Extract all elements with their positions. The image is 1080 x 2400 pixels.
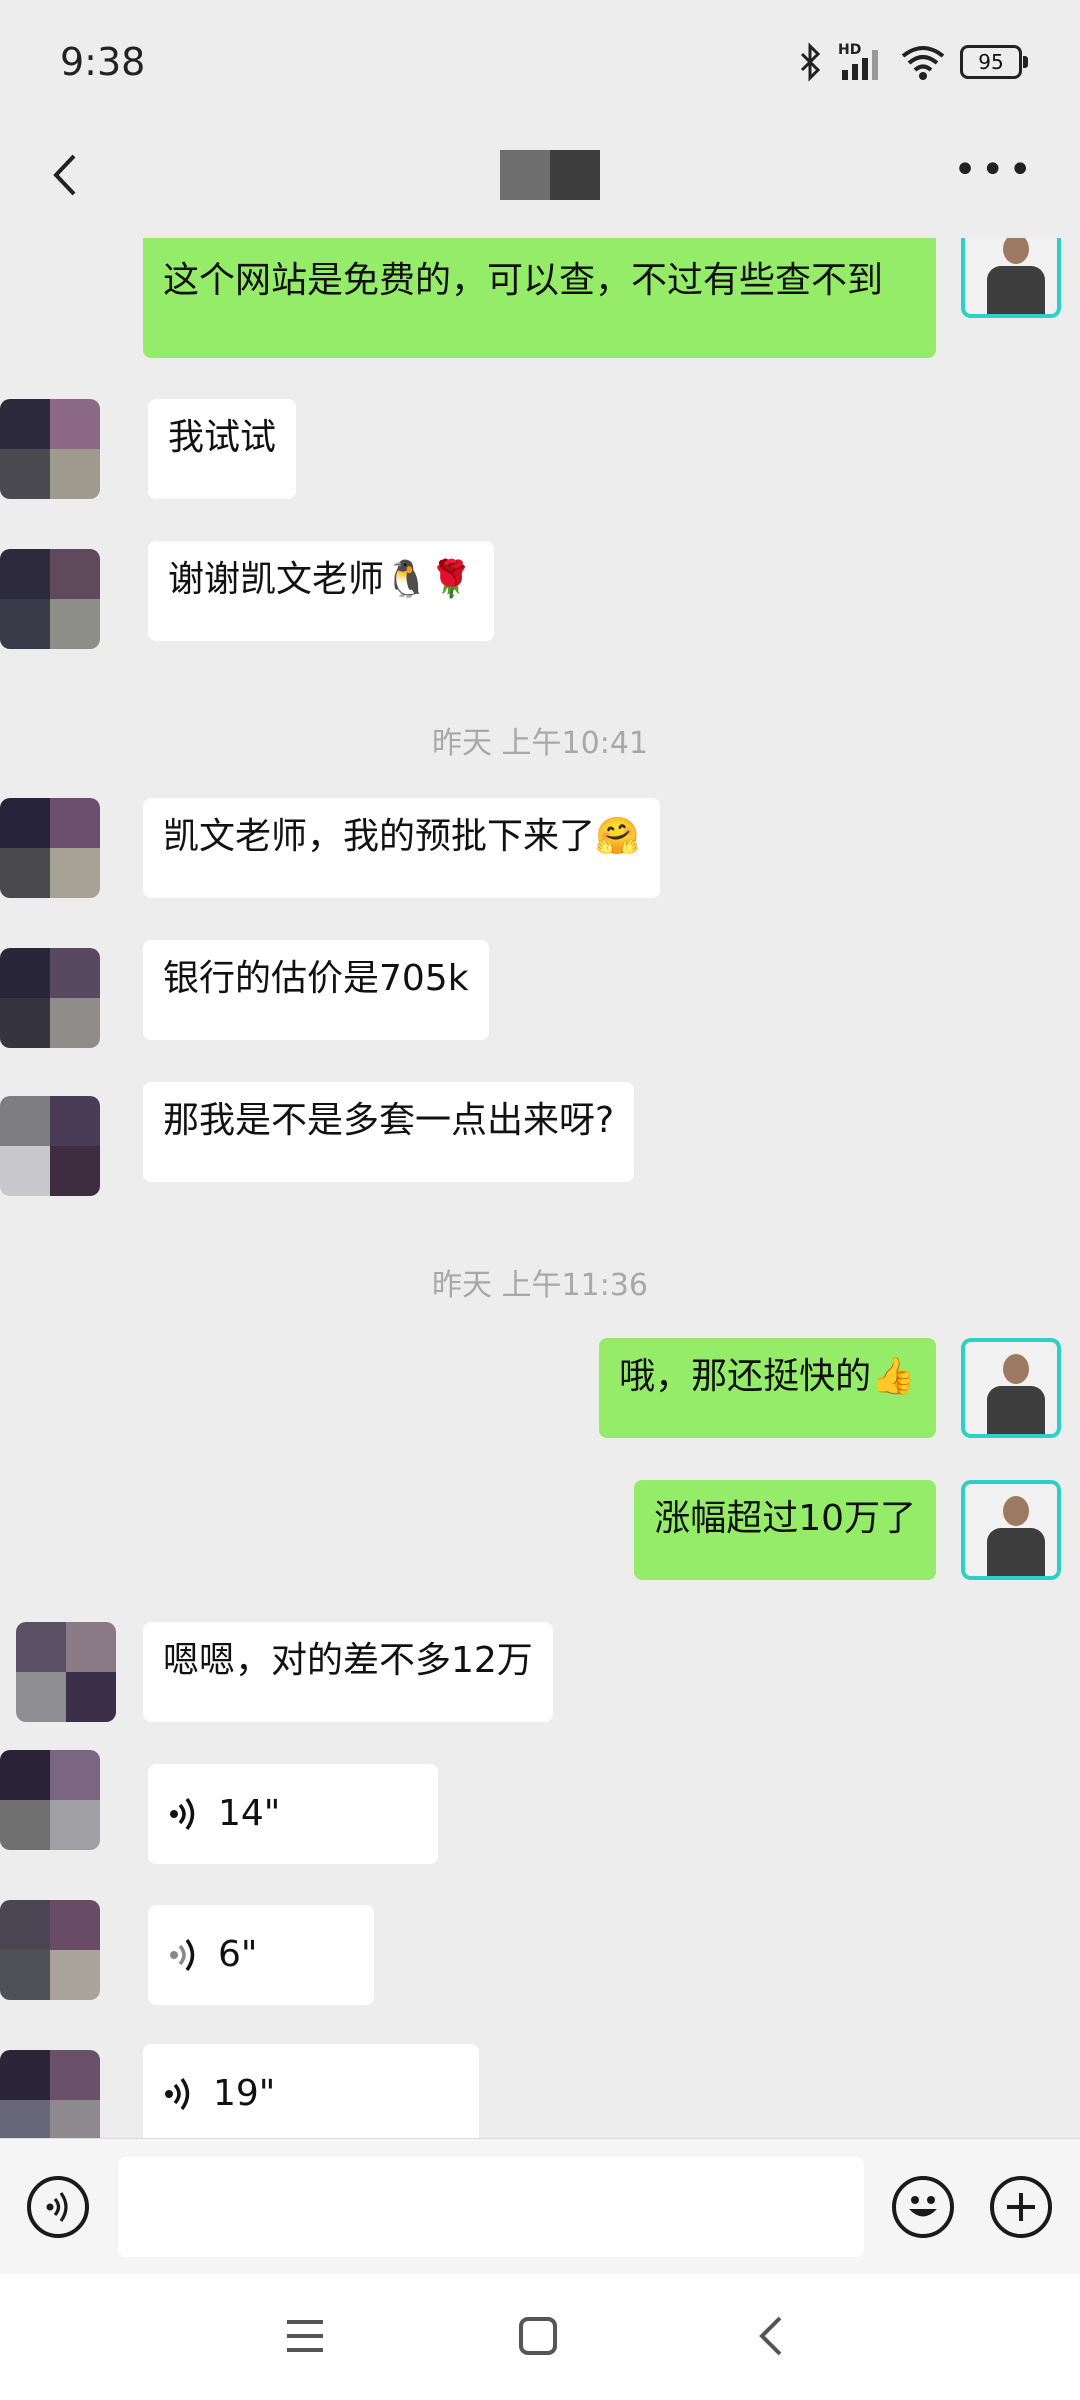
message-bubble-outgoing[interactable]: 涨幅超过10万了	[634, 1480, 936, 1580]
avatar-contact[interactable]	[0, 399, 100, 499]
avatar-self[interactable]	[961, 1480, 1061, 1580]
status-time: 9:38	[60, 40, 146, 84]
message-text: 哦，那还挺快的👍	[619, 1356, 916, 1397]
message-text: 谢谢凯文老师🐧🌹	[168, 559, 474, 600]
message-bubble-incoming[interactable]: 嗯嗯，对的差不多12万	[143, 1622, 553, 1722]
avatar-contact[interactable]	[0, 798, 100, 898]
system-navigation-bar	[0, 2274, 1080, 2400]
avatar-self[interactable]	[961, 238, 1061, 318]
wifi-icon	[901, 46, 945, 80]
status-icons: HD 95	[796, 42, 1028, 82]
voice-playback-icon	[170, 1938, 195, 1972]
message-bubble-outgoing[interactable]: 这个网站是免费的，可以查，不过有些查不到	[143, 238, 936, 358]
chat-header: •••	[0, 110, 1080, 238]
message-text: 那我是不是多套一点出来呀?	[163, 1100, 615, 1141]
bluetooth-icon	[800, 42, 821, 82]
menu-icon[interactable]	[285, 2318, 325, 2354]
message-text: 涨幅超过10万了	[654, 1498, 916, 1539]
battery-indicator: 95	[960, 45, 1028, 79]
contact-name-blurred	[500, 150, 600, 200]
input-bar	[0, 2138, 1080, 2275]
avatar-contact[interactable]	[16, 1622, 116, 1722]
message-text: 凯文老师，我的预批下来了🤗	[163, 816, 640, 857]
message-bubble-outgoing[interactable]: 哦，那还挺快的👍	[599, 1338, 936, 1438]
voice-message[interactable]: 19"	[143, 2044, 479, 2138]
more-icon[interactable]: •••	[953, 150, 1036, 190]
message-list[interactable]: 这个网站是免费的，可以查，不过有些查不到 我试试 谢谢凯文老师🐧🌹 昨天 上午1…	[0, 238, 1080, 2138]
voice-message[interactable]: 14"	[148, 1764, 438, 1864]
back-icon[interactable]	[756, 2314, 786, 2358]
avatar-contact[interactable]	[0, 948, 100, 1048]
message-text: 银行的估价是705k	[163, 958, 469, 999]
status-bar: 9:38 HD 95	[0, 0, 1080, 110]
voice-playback-icon	[170, 1797, 195, 1831]
voice-duration: 14"	[218, 1793, 281, 1834]
message-input[interactable]	[118, 2157, 864, 2257]
voice-playback-icon	[165, 2077, 190, 2111]
timestamp-separator: 昨天 上午10:41	[432, 726, 648, 761]
message-text: 我试试	[168, 417, 277, 458]
battery-level: 95	[978, 50, 1004, 74]
voice-duration: 19"	[213, 2073, 276, 2114]
timestamp-separator: 昨天 上午11:36	[432, 1268, 648, 1303]
chevron-left-icon[interactable]	[40, 148, 90, 202]
message-bubble-incoming[interactable]: 那我是不是多套一点出来呀?	[143, 1082, 635, 1182]
avatar-contact[interactable]	[0, 1096, 100, 1196]
avatar-contact[interactable]	[0, 549, 100, 649]
message-bubble-incoming[interactable]: 谢谢凯文老师🐧🌹	[148, 541, 494, 641]
voice-icon[interactable]	[27, 2176, 89, 2238]
avatar-self[interactable]	[961, 1338, 1061, 1438]
home-icon[interactable]	[518, 2316, 558, 2356]
voice-message[interactable]: 6"	[148, 1905, 374, 2005]
message-text: 这个网站是免费的，可以查，不过有些查不到	[163, 260, 884, 301]
voice-duration: 6"	[218, 1934, 258, 1975]
plus-icon[interactable]	[990, 2176, 1052, 2238]
cellular-signal-icon: HD	[838, 42, 886, 82]
message-text: 嗯嗯，对的差不多12万	[163, 1640, 533, 1681]
message-bubble-incoming[interactable]: 凯文老师，我的预批下来了🤗	[143, 798, 660, 898]
message-bubble-incoming[interactable]: 我试试	[148, 399, 297, 499]
avatar-contact[interactable]	[0, 2050, 100, 2138]
avatar-contact[interactable]	[0, 1750, 100, 1850]
emoji-icon[interactable]	[892, 2176, 954, 2238]
message-bubble-incoming[interactable]: 银行的估价是705k	[143, 940, 489, 1040]
avatar-contact[interactable]	[0, 1900, 100, 2000]
